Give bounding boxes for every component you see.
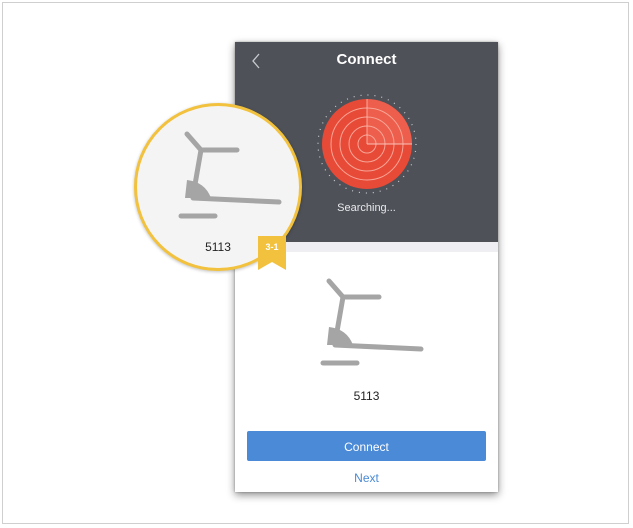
treadmill-icon (320, 278, 424, 366)
bookmark-tag-icon (258, 236, 286, 270)
step-tag: 3-1 (256, 234, 288, 272)
next-link[interactable]: Next (235, 471, 498, 485)
treadmill-icon (178, 131, 282, 219)
device-list-item[interactable]: 5113 (235, 252, 498, 427)
radar-scan-icon (317, 94, 417, 194)
device-name: 5113 (353, 389, 380, 403)
step-tag-label: 3-1 (265, 242, 279, 252)
page-title: Connect (336, 51, 397, 68)
connect-button[interactable]: Connect (247, 431, 486, 461)
